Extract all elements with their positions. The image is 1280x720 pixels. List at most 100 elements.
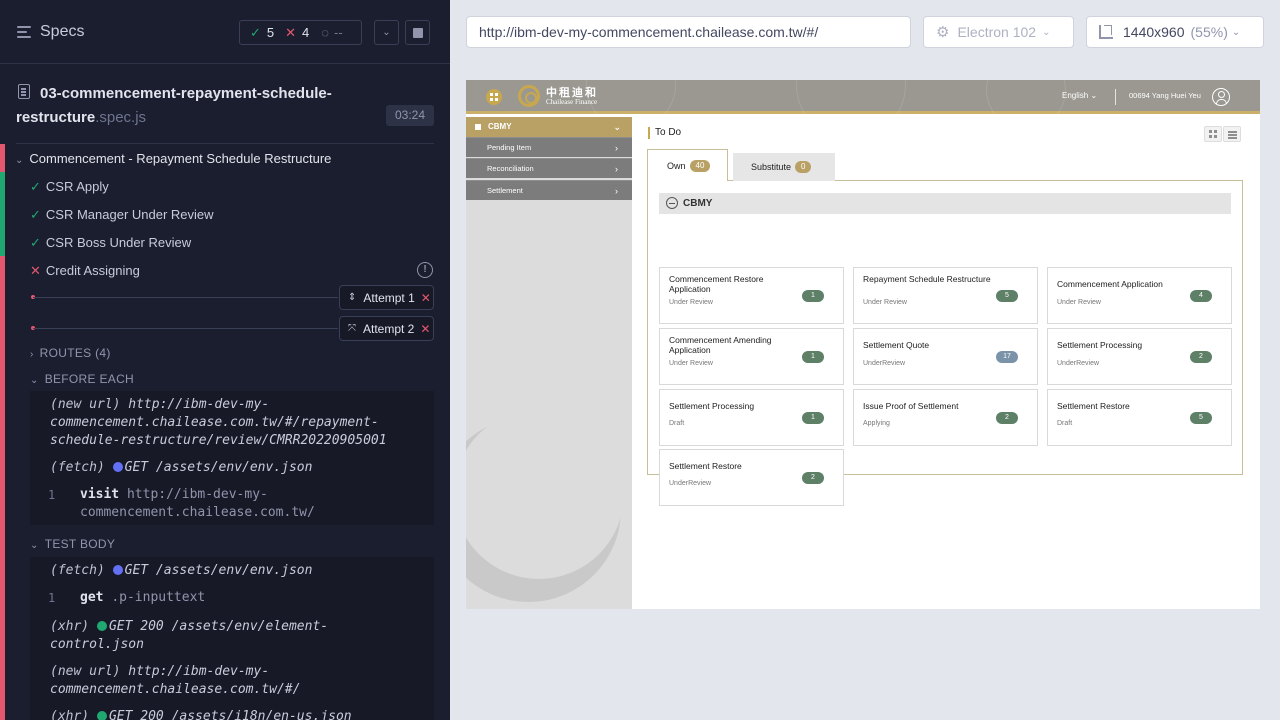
page-title: To Do: [648, 127, 681, 139]
specs-title[interactable]: Specs: [40, 23, 84, 41]
test-body-toggle[interactable]: ⌄ TEST BODY: [30, 537, 115, 551]
specs-list-icon[interactable]: [17, 26, 31, 38]
card-title: Settlement Processing: [669, 401, 755, 411]
app-menu-icon[interactable]: [486, 89, 502, 105]
url-bar[interactable]: http://ibm-dev-my-commencement.chailease…: [466, 16, 911, 48]
todo-card[interactable]: Commencement Application Under Review 4: [1047, 267, 1232, 324]
divider: [16, 143, 434, 144]
check-icon: ✓: [30, 207, 41, 222]
card-count-badge: 1: [802, 412, 824, 424]
card-count-badge: 4: [1190, 290, 1212, 302]
sidebar-group-cbmy[interactable]: CBMY ⌄: [466, 117, 632, 137]
collapse-icon: ⤧: [348, 323, 356, 334]
command-get[interactable]: get .p-inputtext: [80, 589, 420, 607]
chevron-down-icon: ⌄: [15, 155, 24, 166]
spec-file-name[interactable]: 03-commencement-repayment-schedule-restr…: [16, 82, 356, 130]
chevron-right-icon: ›: [30, 349, 34, 360]
check-icon: ✓: [30, 179, 41, 194]
test-item[interactable]: ✓ CSR Apply: [30, 179, 109, 195]
list-view-icon[interactable]: [1223, 126, 1241, 142]
sidebar-item-reconciliation[interactable]: Reconciliation ›: [466, 158, 632, 178]
suite-title[interactable]: ⌄ Commencement - Repayment Schedule Restr…: [15, 151, 331, 166]
sidebar-item-pending[interactable]: Pending Item ›: [466, 137, 632, 157]
failed-count: 4: [302, 25, 310, 40]
grid-view-icon[interactable]: [1204, 126, 1222, 142]
command-fetch[interactable]: (fetch) GET /assets/env/env.json: [50, 459, 390, 477]
attempt-label: Attempt 2: [363, 321, 415, 336]
language-selector[interactable]: English ⌄: [1062, 91, 1097, 100]
card-count-badge: 2: [1190, 351, 1212, 363]
aut-panel: http://ibm-dev-my-commencement.chailease…: [450, 0, 1280, 720]
command-xhr[interactable]: (xhr) GET 200 /assets/i18n/en-us.json: [50, 708, 390, 720]
command-xhr[interactable]: (xhr) GET 200 /assets/env/element-contro…: [50, 618, 390, 654]
spec-header: 03-commencement-repayment-schedule-restr…: [16, 80, 434, 144]
command-fetch[interactable]: (fetch) GET /assets/env/env.json: [50, 562, 390, 580]
card-title: Settlement Restore: [669, 461, 742, 471]
divider: [1115, 89, 1116, 105]
sidebar-item-settlement[interactable]: Settlement ›: [466, 180, 632, 200]
viewport-info[interactable]: 1440x960 (55%) ⌄: [1086, 16, 1264, 48]
pending-count: --: [334, 25, 343, 40]
todo-card[interactable]: Settlement Quote UnderReview 17: [853, 328, 1038, 385]
todo-card[interactable]: Settlement Processing UnderReview 2: [1047, 328, 1232, 385]
command-value: .p-inputtext: [111, 590, 206, 605]
routes-toggle[interactable]: › ROUTES (4): [30, 346, 111, 360]
xhr-dot-icon: [96, 711, 107, 720]
user-avatar-icon[interactable]: [1212, 88, 1230, 106]
cross-icon: ✕: [420, 290, 431, 305]
collapse-button[interactable]: ⌄: [374, 20, 399, 45]
cross-icon: ✕: [30, 263, 41, 278]
command-number: 1: [48, 591, 56, 605]
chevron-down-icon: ⌄: [30, 375, 39, 386]
card-status: UnderReview: [863, 360, 906, 367]
browser-selector[interactable]: ⚙ Electron 102 ⌄: [923, 16, 1074, 48]
attempt-line: [33, 328, 338, 329]
before-each-label: BEFORE EACH: [44, 372, 135, 386]
xhr-dot-icon: [96, 621, 107, 631]
card-status: Draft: [1057, 420, 1073, 427]
attempt-1-tag[interactable]: ⇕ Attempt 1 ✕: [339, 285, 434, 310]
command-label: (fetch): [50, 563, 105, 578]
spec-name-text: 03-commencement-repayment-schedule-restr…: [16, 85, 332, 126]
command-new-url[interactable]: (new url) http://ibm-dev-my-commencement…: [50, 663, 390, 699]
tab-label: Substitute: [751, 162, 792, 172]
runner-topbar: Specs ✓ 5 ✕ 4 ◌ -- ⌄: [0, 0, 450, 64]
stop-button[interactable]: [405, 20, 430, 45]
todo-card[interactable]: Commencement Amending Application Under …: [659, 328, 844, 385]
card-count-badge: 1: [802, 351, 824, 363]
test-item[interactable]: ✓ CSR Manager Under Review: [30, 207, 214, 223]
command-value: GET 200 /assets/i18n/en-us.json: [108, 709, 352, 720]
command-visit[interactable]: visit http://ibm-dev-my-commencement.cha…: [80, 486, 420, 522]
chevron-down-icon: ⌄: [613, 122, 621, 132]
collapse-minus-icon[interactable]: [666, 197, 678, 209]
test-item-failed[interactable]: ✕ Credit Assigning: [30, 263, 140, 279]
todo-card[interactable]: Settlement Processing Draft 1: [659, 389, 844, 446]
test-label: CSR Apply: [45, 179, 109, 194]
card-count-badge: 5: [996, 290, 1018, 302]
chevron-down-icon: ⌄: [1042, 26, 1051, 38]
command-label: (new url): [50, 397, 121, 412]
command-log-panel: Specs ✓ 5 ✕ 4 ◌ -- ⌄ 03-commencement-rep…: [0, 0, 450, 720]
group-header-cbmy[interactable]: CBMY: [659, 193, 1231, 214]
fetch-dot-icon: [112, 565, 123, 575]
todo-card[interactable]: Settlement Restore UnderReview 2: [659, 449, 844, 506]
todo-card[interactable]: Repayment Schedule Restructure Under Rev…: [853, 267, 1038, 324]
command-new-url[interactable]: (new url) http://ibm-dev-my-commencement…: [50, 396, 390, 450]
tab-own[interactable]: Own 40: [647, 149, 728, 181]
card-title: Commencement Restore Application: [669, 274, 764, 294]
todo-card[interactable]: Issue Proof of Settlement Applying 2: [853, 389, 1038, 446]
card-count-badge: 17: [996, 351, 1018, 363]
card-title: Commencement Amending Application: [669, 335, 772, 355]
stop-icon: [412, 27, 423, 38]
tab-label: Own: [667, 160, 686, 171]
before-each-toggle[interactable]: ⌄ BEFORE EACH: [30, 372, 134, 386]
app-frame: 中租迪和 Chailease Finance English ⌄ 00694 Y…: [466, 80, 1260, 609]
warning-icon[interactable]: !: [417, 262, 433, 278]
tab-substitute[interactable]: Substitute 0: [733, 153, 835, 181]
test-item[interactable]: ✓ CSR Boss Under Review: [30, 235, 191, 251]
attempt-2-tag[interactable]: ⤧ Attempt 2 ✕: [339, 316, 434, 341]
todo-card[interactable]: Commencement Restore Application Under R…: [659, 267, 844, 324]
test-body-label: TEST BODY: [44, 537, 116, 551]
command-label: (fetch): [50, 460, 105, 475]
todo-card[interactable]: Settlement Restore Draft 5: [1047, 389, 1232, 446]
